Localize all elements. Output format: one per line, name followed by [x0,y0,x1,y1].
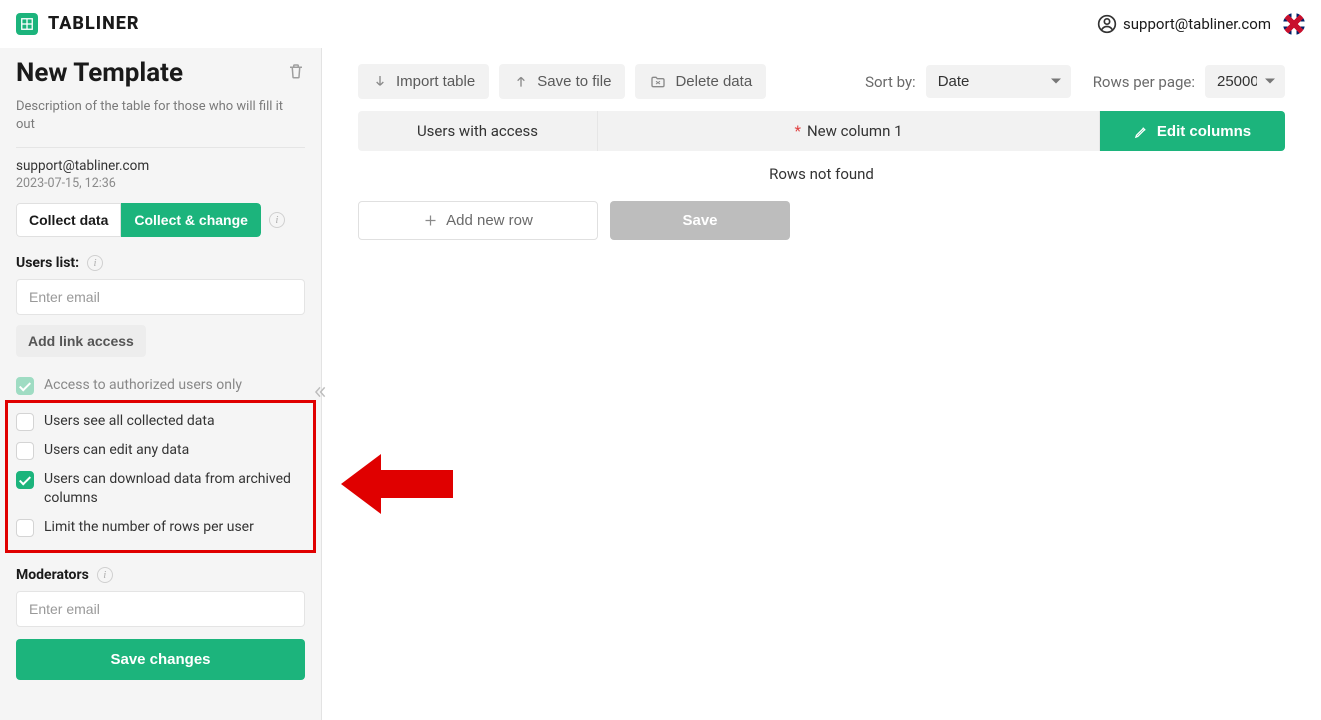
checkbox-limit-rows-label: Limit the number of rows per user [44,518,254,537]
moderators-label: Moderators [16,567,89,583]
sort-by-select[interactable]: Date [926,65,1071,98]
edit-columns-label: Edit columns [1157,123,1251,140]
checkbox-download-archived[interactable] [16,471,34,489]
brand-name: TABLINER [48,13,140,34]
checkbox-see-all-data-label: Users see all collected data [44,412,215,431]
add-new-row-button[interactable]: Add new row [358,201,598,240]
delete-data-button[interactable]: Delete data [635,64,766,99]
info-icon[interactable]: i [269,212,285,228]
column-header-new-column-label: New column 1 [807,122,903,140]
users-email-input[interactable] [16,279,305,315]
checkbox-authorized-only-label: Access to authorized users only [44,376,242,395]
template-title[interactable]: New Template [16,58,183,88]
users-list-label: Users list: [16,255,79,271]
created-timestamp: 2023-07-15, 12:36 [16,176,305,191]
language-flag-uk-icon[interactable] [1283,13,1305,35]
upload-arrow-icon [513,74,529,90]
checkbox-limit-rows[interactable] [16,519,34,537]
toolbar: Import table Save to file Delete data So… [358,64,1285,99]
highlight-annotation: Users see all collected data Users can e… [5,400,316,553]
checkbox-see-all-data[interactable] [16,413,34,431]
rows-per-page-select[interactable]: 25000 [1205,65,1285,98]
folder-delete-icon [649,74,667,90]
column-header-users[interactable]: Users with access [358,111,598,151]
delete-data-label: Delete data [675,73,752,90]
checkbox-download-archived-label: Users can download data from archived co… [44,470,305,508]
column-header-new-column[interactable]: * New column 1 [598,111,1100,151]
empty-rows-message: Rows not found [358,165,1285,183]
import-table-button[interactable]: Import table [358,64,489,99]
save-changes-button[interactable]: Save changes [16,639,305,680]
info-icon[interactable]: i [97,567,113,583]
add-link-access-button[interactable]: Add link access [16,325,146,357]
template-description[interactable]: Description of the table for those who w… [16,98,305,133]
save-to-file-button[interactable]: Save to file [499,64,625,99]
table-header: Users with access * New column 1 Edit co… [358,111,1285,151]
add-new-row-label: Add new row [446,212,533,229]
owner-email: support@tabliner.com [16,158,305,174]
mode-collect-data[interactable]: Collect data [16,203,121,237]
main-content: Import table Save to file Delete data So… [322,48,1321,720]
import-table-label: Import table [396,73,475,90]
user-email: support@tabliner.com [1123,15,1271,33]
user-circle-icon [1097,14,1117,34]
pencil-icon [1134,124,1149,139]
topbar: TABLINER support@tabliner.com [0,0,1321,48]
checkbox-edit-any-data-label: Users can edit any data [44,441,189,460]
sidebar: New Template Description of the table fo… [0,48,322,720]
save-to-file-label: Save to file [537,73,611,90]
checkbox-authorized-only[interactable] [16,377,34,395]
info-icon[interactable]: i [87,255,103,271]
rows-per-page-label: Rows per page: [1093,73,1195,91]
moderators-email-input[interactable] [16,591,305,627]
plus-icon [423,213,438,228]
mode-collect-and-change[interactable]: Collect & change [121,203,261,237]
account-link[interactable]: support@tabliner.com [1097,14,1271,34]
edit-columns-button[interactable]: Edit columns [1100,111,1285,151]
sort-by-label: Sort by: [865,73,916,91]
delete-template-icon[interactable] [287,62,305,84]
required-asterisk-icon: * [794,122,800,140]
download-arrow-icon [372,74,388,90]
mode-toggle: Collect data Collect & change [16,203,261,237]
app-logo-icon [16,13,38,35]
save-rows-button[interactable]: Save [610,201,790,240]
checkbox-edit-any-data[interactable] [16,442,34,460]
